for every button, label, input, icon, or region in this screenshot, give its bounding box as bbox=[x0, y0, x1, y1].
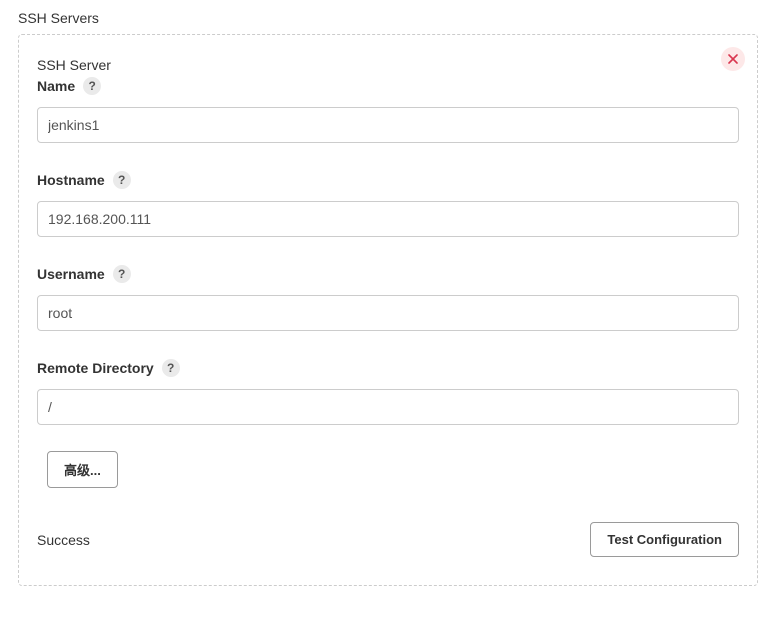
section-title: SSH Servers bbox=[18, 10, 758, 26]
remote-directory-input[interactable] bbox=[37, 389, 739, 425]
test-configuration-button[interactable]: Test Configuration bbox=[590, 522, 739, 557]
remote-directory-label: Remote Directory bbox=[37, 360, 154, 376]
username-label: Username bbox=[37, 266, 105, 282]
help-icon[interactable]: ? bbox=[113, 265, 131, 283]
panel-header: SSH Server bbox=[37, 57, 739, 73]
panel-subtitle: SSH Server bbox=[37, 57, 111, 73]
help-icon[interactable]: ? bbox=[113, 171, 131, 189]
ssh-server-panel: SSH Server Name ? Hostname ? Username ? … bbox=[18, 34, 758, 586]
help-icon[interactable]: ? bbox=[162, 359, 180, 377]
close-icon bbox=[728, 52, 738, 67]
field-group-remote-directory: Remote Directory ? bbox=[37, 359, 739, 425]
hostname-input[interactable] bbox=[37, 201, 739, 237]
name-input[interactable] bbox=[37, 107, 739, 143]
field-label-row: Username ? bbox=[37, 265, 739, 283]
field-group-username: Username ? bbox=[37, 265, 739, 331]
field-label-row: Hostname ? bbox=[37, 171, 739, 189]
panel-footer: Success Test Configuration bbox=[37, 522, 739, 557]
field-label-row: Name ? bbox=[37, 77, 739, 95]
field-group-hostname: Hostname ? bbox=[37, 171, 739, 237]
name-label: Name bbox=[37, 78, 75, 94]
username-input[interactable] bbox=[37, 295, 739, 331]
advanced-row: 高级... bbox=[47, 451, 739, 488]
field-group-name: Name ? bbox=[37, 77, 739, 143]
hostname-label: Hostname bbox=[37, 172, 105, 188]
remove-server-button[interactable] bbox=[721, 47, 745, 71]
advanced-button[interactable]: 高级... bbox=[47, 451, 118, 488]
help-icon[interactable]: ? bbox=[83, 77, 101, 95]
status-text: Success bbox=[37, 532, 90, 548]
field-label-row: Remote Directory ? bbox=[37, 359, 739, 377]
